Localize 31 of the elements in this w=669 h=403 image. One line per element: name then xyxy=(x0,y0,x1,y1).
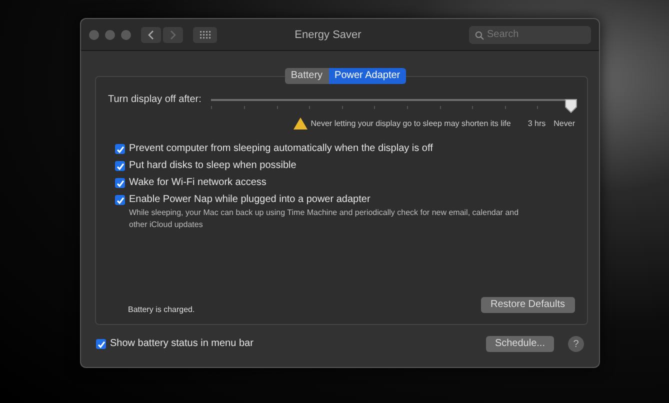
checkbox[interactable] xyxy=(96,339,106,349)
tab[interactable]: Power Adapter xyxy=(328,68,406,84)
help-button[interactable]: ? xyxy=(568,336,584,352)
checkbox-label: Wake for Wi-Fi network access xyxy=(129,177,266,189)
chevron-right-icon xyxy=(170,30,176,40)
search-icon xyxy=(475,30,484,40)
tab[interactable]: Battery xyxy=(284,68,329,84)
checkbox-label: Put hard disks to sleep when possible xyxy=(129,160,296,172)
show-all-button[interactable] xyxy=(193,26,217,42)
checkbox-label: Prevent computer from sleeping automatically when the display is off xyxy=(129,143,433,155)
checkbox[interactable] xyxy=(115,144,125,154)
option-description: While sleeping, your Mac can back up using Time Machine and periodically check for new email, calendar and other iCloud updates xyxy=(129,207,519,231)
schedule-button[interactable]: Schedule... xyxy=(486,336,554,352)
tick-label: 3 hrs xyxy=(528,119,546,128)
chevron-left-icon xyxy=(148,30,154,40)
checkbox[interactable] xyxy=(115,161,125,171)
slider-thumb[interactable] xyxy=(565,99,577,113)
checkbox[interactable] xyxy=(115,178,125,188)
slider-label: Turn display off after: xyxy=(108,94,202,106)
restore-defaults-button[interactable]: Restore Defaults xyxy=(480,296,575,312)
back-button[interactable] xyxy=(141,26,161,42)
checkbox-label: Show battery status in menu bar xyxy=(110,338,254,350)
battery-status-text: Battery is charged. xyxy=(128,305,195,314)
warning-text: Never letting your display go to sleep may shorten its life xyxy=(310,119,511,128)
grid-icon xyxy=(200,30,210,38)
warning-icon xyxy=(292,117,308,130)
checkbox[interactable] xyxy=(115,195,125,205)
window-title: Energy Saver xyxy=(294,28,362,40)
tick-label: Never xyxy=(554,119,575,128)
search-field[interactable]: Search xyxy=(469,26,591,44)
checkbox-label: Enable Power Nap while plugged into a power adapter xyxy=(129,194,372,206)
